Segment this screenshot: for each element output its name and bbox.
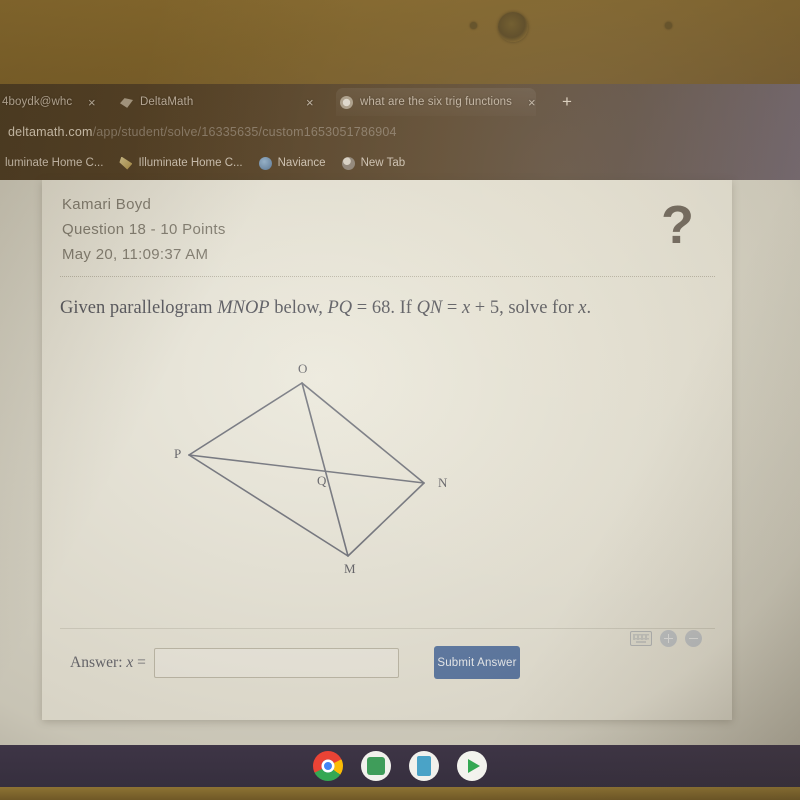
prompt-segment-pq: PQ [327,298,353,318]
vertex-label-O: O [298,361,307,376]
bookmark-label: luminate Home C... [5,157,104,169]
laptop-bottom-bezel [0,787,800,800]
prompt-part-2: below, [269,298,328,318]
url-host: deltamath.com [8,125,93,139]
answer-equals: = [137,654,146,671]
parallelogram-figure: O P N M Q [152,355,482,585]
answer-label-text: Answer: [70,654,123,671]
figure-tools [630,630,702,647]
address-bar[interactable]: deltamath.com/app/student/solve/16335635… [0,117,800,147]
question-card: Kamari Boyd Question 18 - 10 Points May … [42,180,732,720]
laptop-top-bezel [0,0,800,84]
new-tab-button[interactable]: + [562,92,572,112]
prompt-figure-name: MNOP [217,298,270,318]
bookmark-item-illuminate-2[interactable]: Illuminate Home C... [119,156,243,170]
vertex-label-P: P [174,446,181,461]
figure-segment-PN [188,454,425,484]
keyboard-icon[interactable] [630,631,652,646]
answer-separator [60,628,715,629]
browser-tab-3-label: what are the six trig functions [360,96,513,108]
new-tab-icon [341,156,355,170]
bookmarks-bar: luminate Home C... Illuminate Home C... … [0,146,800,180]
answer-row: Answer: x = [70,648,399,678]
figure-segment-MN [347,482,425,557]
browser-chrome: 4boydk@whc × DeltaMath × what are the si… [0,84,800,180]
figure-segment-OP [188,382,303,456]
deltamath-favicon-icon [120,98,133,108]
browser-tab-1[interactable]: 4boydk@whc × [2,88,112,116]
naviance-icon [258,156,272,170]
close-icon[interactable]: × [306,95,314,110]
bookmark-label: Illuminate Home C... [138,157,243,169]
play-store-icon[interactable] [457,751,487,781]
laptop-screen-photo: 4boydk@whc × DeltaMath × what are the si… [0,0,800,800]
parallelogram-svg: O P N M Q [174,361,448,576]
prompt-part-1: Given parallelogram [60,298,218,318]
bezel-sensor-dot-right [665,22,672,29]
question-prompt: Given parallelogram MNOP below, PQ = 68.… [60,298,720,319]
answer-label: Answer: x = [70,654,146,672]
google-favicon-icon [340,95,353,109]
question-number-points: Question 18 - 10 Points [62,221,226,238]
page-viewport: Kamari Boyd Question 18 - 10 Points May … [0,180,800,745]
url-path: /app/student/solve/16335635/custom165305… [92,125,397,139]
browser-tab-2-label: DeltaMath [140,96,194,108]
close-icon[interactable]: × [528,95,536,110]
bookmark-label: New Tab [360,157,406,169]
submit-answer-button[interactable]: Submit Answer [434,646,520,679]
figure-segment-ON [301,382,425,484]
zoom-in-icon[interactable] [660,630,677,647]
bookmark-item-illuminate-1[interactable]: luminate Home C... [0,157,103,170]
student-name: Kamari Boyd [62,196,152,213]
zoom-out-icon[interactable] [685,630,702,647]
bookmark-label: Naviance [277,157,326,169]
browser-tab-1-label: 4boydk@whc [2,96,73,108]
vertex-label-Q: Q [317,473,327,488]
vertex-label-M: M [344,561,356,576]
answer-variable: x [126,654,134,671]
chromeos-shelf [0,745,800,787]
help-icon[interactable]: ? [661,198,694,252]
prompt-variable-x: x [461,298,471,318]
close-icon[interactable]: × [88,95,96,110]
question-timestamp: May 20, 11:09:37 AM [62,246,209,263]
bookmark-item-new-tab[interactable]: New Tab [341,156,406,170]
docs-icon[interactable] [409,751,439,781]
question-header: Kamari Boyd Question 18 - 10 Points May … [62,192,226,267]
prompt-equals-2: = [442,298,462,318]
bookmark-item-naviance[interactable]: Naviance [258,156,326,170]
prompt-equals-68: = 68 [352,298,391,318]
browser-tabstrip: 4boydk@whc × DeltaMath × what are the si… [0,84,800,119]
browser-tab-3[interactable]: what are the six trig functions × [336,88,536,116]
green-app-icon[interactable] [361,751,391,781]
webcam-icon [498,12,528,42]
answer-input[interactable] [153,648,399,678]
figure-segment-PM [188,454,349,557]
prompt-part-4: , solve for [499,298,579,318]
illuminate-icon [119,156,133,170]
browser-tab-2[interactable]: DeltaMath × [120,88,314,116]
prompt-segment-qn: QN [416,298,443,318]
bezel-sensor-dot-left [470,22,477,29]
vertex-label-N: N [438,475,448,490]
prompt-plus-5: + 5 [470,298,500,318]
chrome-icon[interactable] [313,751,343,781]
prompt-part-3: . If [390,298,417,318]
prompt-period: . [586,298,592,318]
header-divider [60,276,715,277]
